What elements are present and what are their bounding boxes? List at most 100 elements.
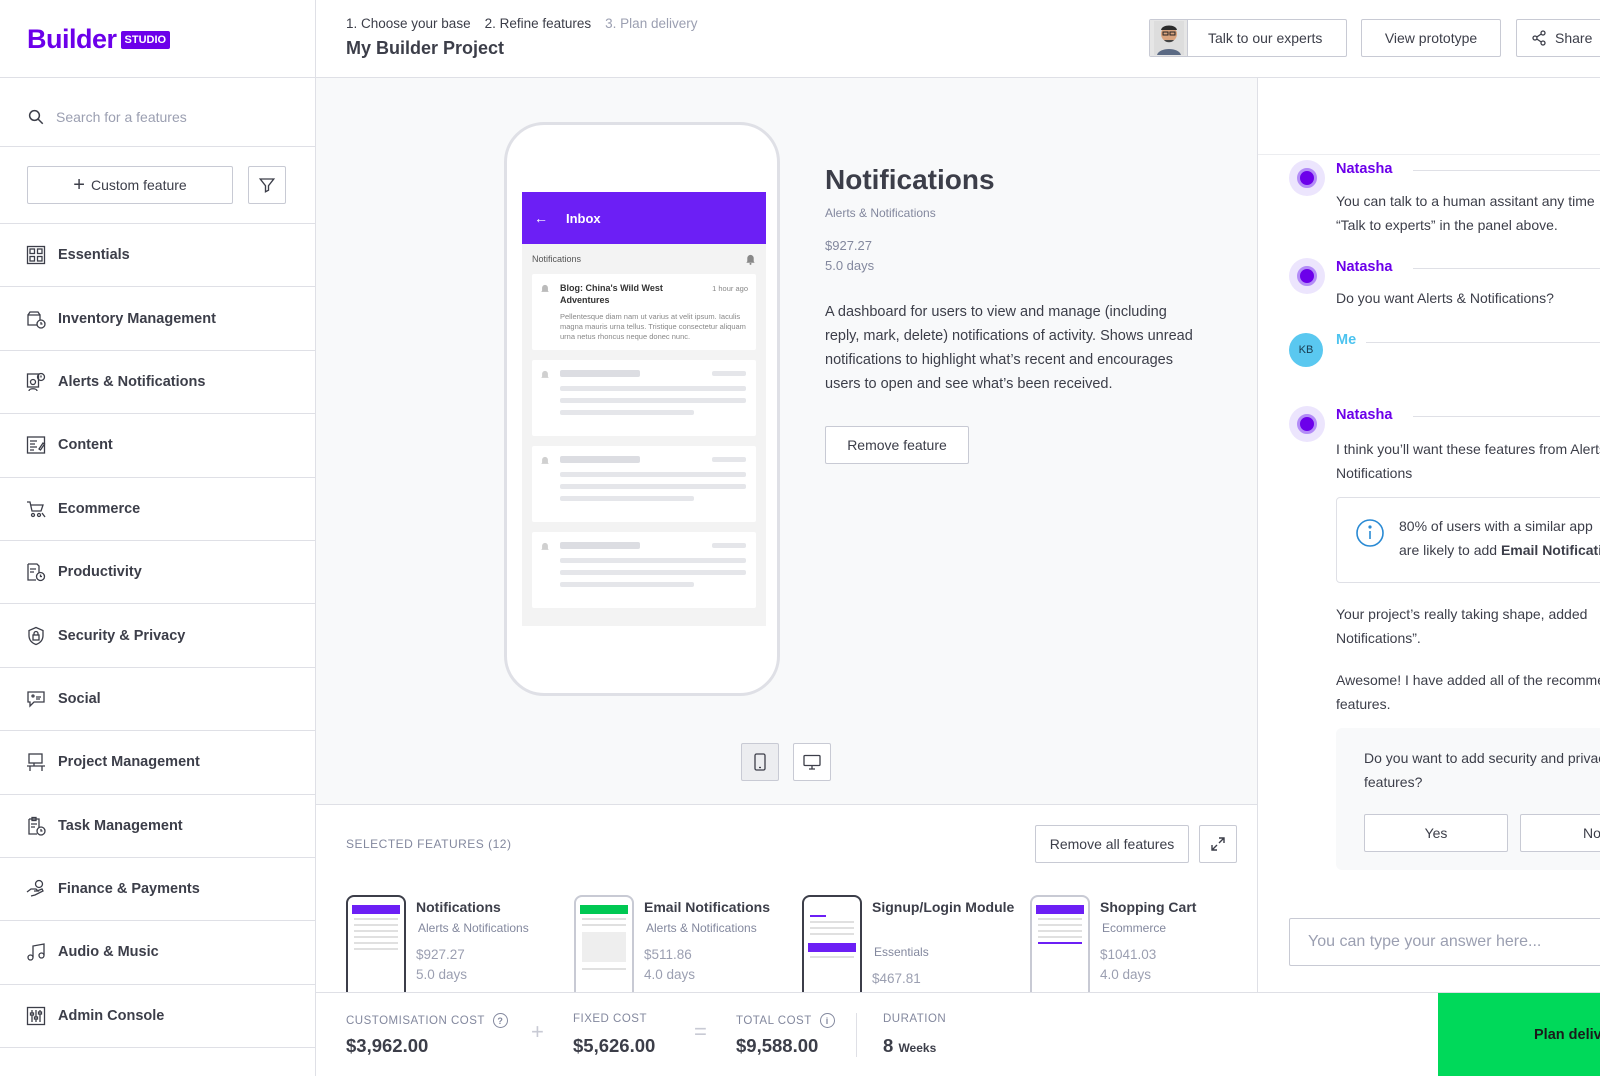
custom-feature-label: Custom feature (90, 177, 187, 193)
sidebar-item-security-privacy[interactable]: Security & Privacy (0, 604, 315, 668)
selected-feature-card[interactable]: Signup/Login Module Essentials $467.81 (802, 895, 1022, 992)
bot-avatar (1289, 160, 1325, 196)
step-refine-features[interactable]: 2. Refine features (485, 16, 592, 31)
sidebar-item-inventory-management[interactable]: Inventory Management (0, 287, 315, 351)
sidebar-item-content[interactable]: Content (0, 414, 315, 478)
filter-button[interactable] (248, 166, 286, 204)
recommended-feature: Email Notifications (1500, 542, 1600, 558)
divider (1413, 268, 1600, 269)
desktop-icon (803, 754, 821, 770)
phone-screen: ← Inbox Notifications Blog: China's Wild… (522, 192, 766, 626)
category-list: Essentials Inventory Management Alerts &… (0, 224, 315, 1049)
inbox-app-bar: ← Inbox (522, 192, 766, 244)
feature-duration: 5.0 days (416, 967, 468, 982)
talk-experts-label: Talk to our experts (1208, 30, 1323, 46)
feature-category: Alerts & Notifications (646, 921, 757, 935)
inbox-title: Inbox (566, 210, 601, 226)
top-header: 1. Choose your base 2. Refine features 3… (316, 0, 1600, 78)
sidebar-item-label: Security & Privacy (58, 627, 186, 644)
sidebar-item-social[interactable]: Social (0, 668, 315, 732)
divider (1366, 342, 1600, 343)
customisation-cost-label: CUSTOMISATION COST ? (346, 1013, 508, 1028)
bell-icon (746, 254, 755, 265)
duration-number: 8 (883, 1035, 894, 1056)
feature-name: Email Notifications (644, 899, 771, 915)
bot-avatar (1289, 258, 1325, 294)
mobile-view-toggle[interactable] (741, 743, 779, 781)
sidebar-item-productivity[interactable]: Productivity (0, 541, 315, 605)
remove-feature-button[interactable]: Remove feature (825, 426, 969, 464)
desktop-view-toggle[interactable] (793, 743, 831, 781)
mobile-icon (754, 753, 766, 771)
divider (0, 146, 315, 147)
sender-name: Natasha (1336, 259, 1393, 275)
sidebar-item-essentials[interactable]: Essentials (0, 224, 315, 288)
no-button[interactable]: No (1520, 814, 1600, 852)
step-plan-delivery[interactable]: 3. Plan delivery (605, 16, 697, 31)
info-icon (1356, 519, 1384, 547)
plan-delivery-button[interactable]: Plan delivery (1438, 993, 1600, 1076)
divider (1413, 416, 1600, 417)
total-cost-label-text: TOTAL COST (736, 1014, 812, 1027)
notifications-header: Notifications (522, 244, 766, 274)
feature-category: Alerts & Notifications (418, 921, 529, 935)
custom-feature-button[interactable]: + Custom feature (27, 166, 233, 204)
alert-person-icon (26, 372, 46, 392)
cart-icon (27, 501, 46, 518)
chat-message: You can talk to a human assitant any tim… (1336, 189, 1600, 237)
shield-lock-icon (28, 626, 44, 645)
selected-feature-card[interactable]: Notifications Alerts & Notifications $92… (346, 895, 566, 992)
help-icon[interactable]: ? (492, 1013, 508, 1028)
duration-label: DURATION (883, 1013, 947, 1025)
sender-name: Me (1336, 332, 1357, 348)
sidebar-item-alerts-notifications[interactable]: Alerts & Notifications (0, 351, 315, 415)
logo[interactable]: Builder STUDIO (27, 24, 171, 55)
bell-icon (541, 370, 549, 378)
sidebar-item-project-management[interactable]: Project Management (0, 731, 315, 795)
sidebar-item-finance-payments[interactable]: Finance & Payments (0, 858, 315, 922)
selected-feature-card[interactable]: Shopping Cart Ecommerce $1041.03 4.0 day… (1030, 895, 1250, 992)
yes-button[interactable]: Yes (1364, 814, 1508, 852)
notification-placeholder (532, 360, 756, 436)
search-icon (28, 109, 44, 125)
expert-avatar (1150, 20, 1188, 56)
info-icon[interactable]: i (819, 1013, 835, 1028)
fixed-cost-label: FIXED COST (573, 1013, 648, 1025)
view-prototype-button[interactable]: View prototype (1361, 19, 1501, 57)
chat-panel: Natasha You can talk to a human assitant… (1257, 78, 1600, 992)
sidebar-item-label: Productivity (58, 564, 142, 581)
duration-unit: Weeks (898, 1041, 937, 1055)
sidebar-item-admin-console[interactable]: Admin Console (0, 985, 315, 1049)
expand-button[interactable] (1199, 825, 1237, 863)
sidebar-item-label: Inventory Management (58, 310, 216, 327)
share-icon (1532, 30, 1546, 46)
search-input[interactable] (56, 109, 276, 125)
feature-duration: 5.0 days (825, 258, 875, 273)
remove-all-features-button[interactable]: Remove all features (1035, 825, 1189, 863)
bell-icon (541, 284, 549, 292)
step-choose-base[interactable]: 1. Choose your base (346, 16, 471, 31)
filter-icon (258, 178, 276, 193)
bell-icon (541, 542, 549, 550)
feature-category: Alerts & Notifications (825, 206, 936, 220)
chat-message-line: Notifications”. (1336, 630, 1421, 646)
chat-answer-input[interactable] (1289, 918, 1600, 966)
notification-card: Blog: China's Wild West Adventures 1 hou… (532, 274, 756, 350)
feature-name: Notifications (416, 899, 501, 915)
sidebar-item-ecommerce[interactable]: Ecommerce (0, 478, 315, 541)
sidebar-item-audio-music[interactable]: Audio & Music (0, 921, 315, 985)
talk-experts-button[interactable]: Talk to our experts (1149, 19, 1347, 57)
feature-price: $511.86 (644, 947, 692, 962)
recommendation-card[interactable]: 80% of users with a similar app are like… (1336, 497, 1600, 583)
divider (1413, 170, 1600, 171)
share-button[interactable]: Share (1516, 19, 1600, 57)
sidebar-item-task-management[interactable]: Task Management (0, 795, 315, 858)
feature-title: Notifications (825, 164, 995, 195)
feature-preview: ← Inbox Notifications Blog: China's Wild… (316, 78, 1257, 804)
feature-category: Essentials (874, 945, 929, 959)
user-avatar: KB (1289, 333, 1323, 367)
fixed-cost-value: $5,626.00 (573, 1035, 656, 1056)
search-bar (27, 104, 287, 130)
selected-feature-card[interactable]: Email Notifications Alerts & Notificatio… (574, 895, 794, 992)
divider (0, 77, 315, 78)
